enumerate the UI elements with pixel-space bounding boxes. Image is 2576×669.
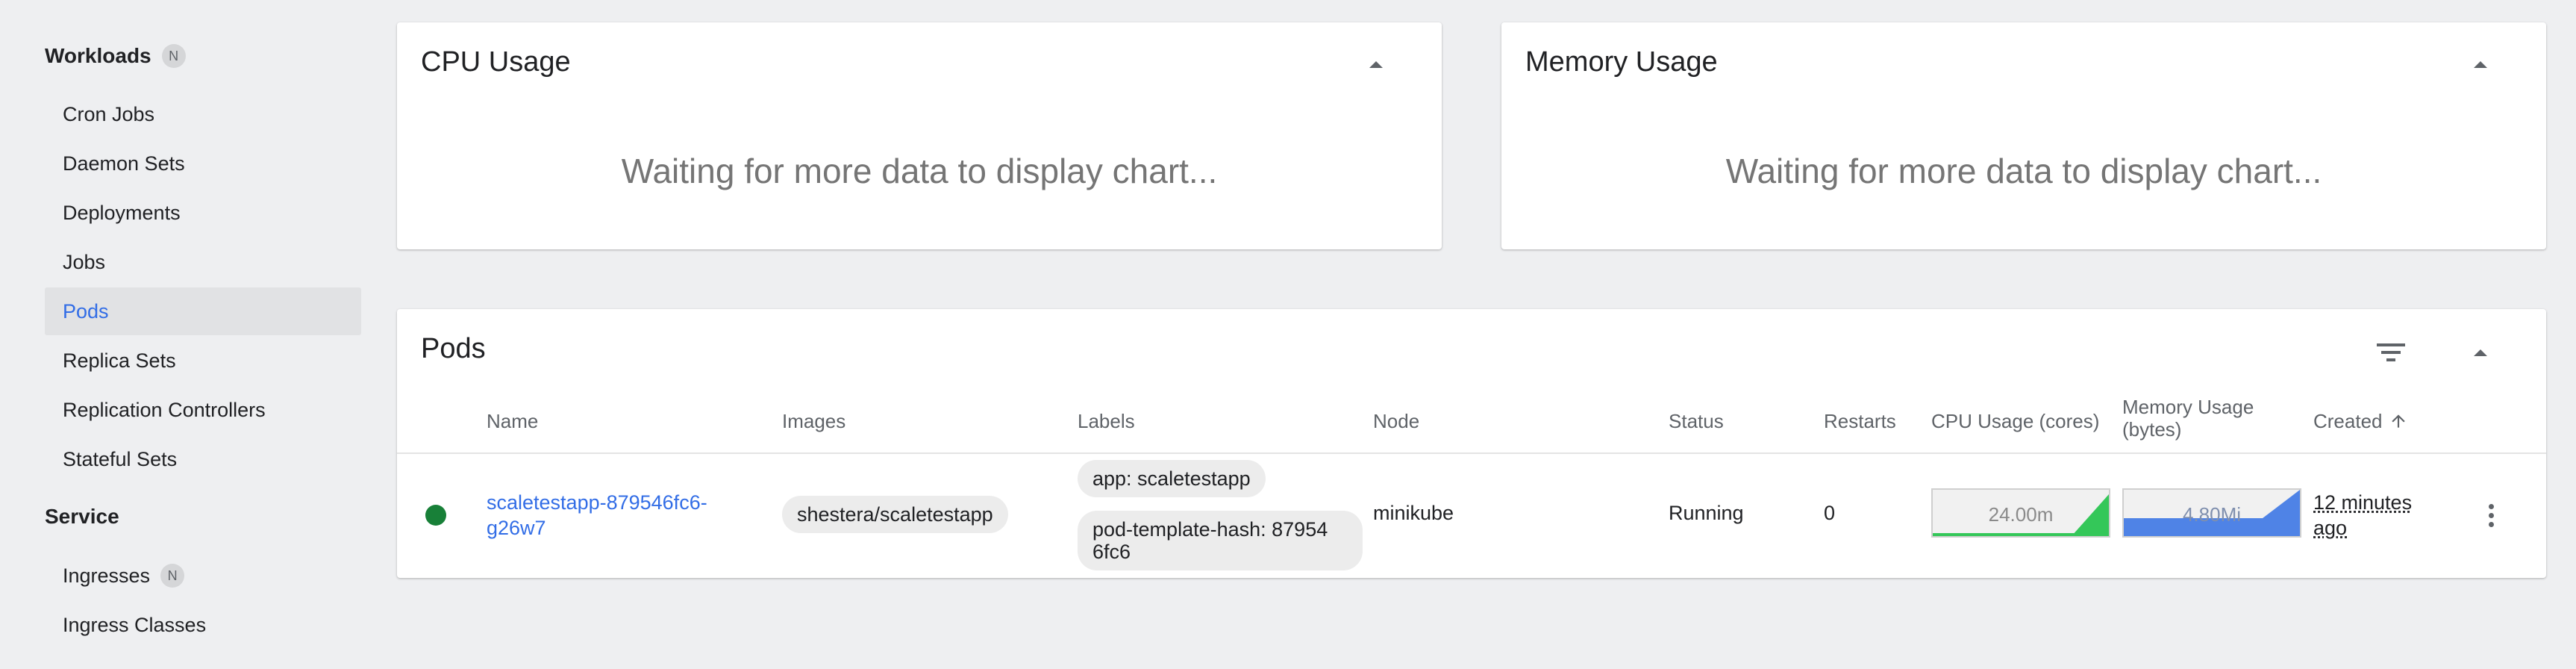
sidebar-item-deployments[interactable]: Deployments	[45, 189, 361, 237]
node-value[interactable]: minikube	[1373, 502, 1454, 525]
sidebar-item-label: Stateful Sets	[63, 447, 178, 470]
column-header-created[interactable]: Created	[2313, 410, 2408, 432]
label-chip-line1: pod-template-hash: 87954	[1092, 518, 1328, 541]
cpu-sparkline: 24.00m	[1931, 488, 2110, 538]
kebab-dot	[2488, 503, 2494, 509]
filter-icon-line	[2386, 358, 2395, 361]
restarts-value: 0	[1824, 502, 1836, 524]
sidebar-item-cron-jobs[interactable]: Cron Jobs	[45, 90, 361, 138]
column-header-memory-usage: Memory Usage (bytes)	[2122, 396, 2254, 441]
created-line1: 12 minutes	[2313, 491, 2413, 514]
sidebar-item-label: Daemon Sets	[63, 152, 185, 175]
sidebar-item-label: Replica Sets	[63, 349, 176, 372]
cpu-usage-value: 24.00m	[1988, 503, 2054, 526]
label-chip-line2: 6fc6	[1092, 541, 1131, 563]
sidebar-item-label: Jobs	[63, 250, 106, 273]
chart-placeholder-message: Waiting for more data to display chart..…	[621, 152, 1218, 190]
sidebar-item-label: Ingress Classes	[63, 613, 207, 636]
sidebar-item-label: Replication Controllers	[63, 398, 266, 421]
sidebar-item-replication-controllers[interactable]: Replication Controllers	[45, 386, 361, 434]
sidebar-item-label: Pods	[63, 299, 109, 323]
card-title: Pods	[421, 333, 486, 364]
image-chip: shestera/scaletestapp	[782, 496, 1008, 533]
sidebar-item-label: Cron Jobs	[63, 102, 155, 125]
sidebar-item-label: Ingresses	[63, 564, 151, 587]
memory-usage-card: Memory Usage Waiting for more data to di…	[1501, 22, 2546, 249]
filter-button[interactable]	[2370, 332, 2412, 373]
sidebar: Workloads N Cron Jobs Daemon Sets Deploy…	[0, 0, 373, 669]
created-timestamp[interactable]: 12 minutes ago	[2313, 490, 2412, 541]
column-header-memory-line1: Memory Usage	[2122, 396, 2254, 418]
nav-section-workloads: Workloads N	[45, 41, 186, 71]
card-title: CPU Usage	[421, 46, 571, 78]
namespaced-badge: N	[161, 44, 186, 68]
column-header-memory-line2: (bytes)	[2122, 418, 2182, 441]
column-header-cpu-usage: CPU Usage (cores)	[1931, 410, 2100, 432]
caret-up-icon	[1369, 60, 1383, 68]
sidebar-item-replica-sets[interactable]: Replica Sets	[45, 337, 361, 385]
collapse-button[interactable]	[1355, 43, 1397, 85]
column-header-created-label: Created	[2313, 410, 2383, 432]
column-header-restarts: Restarts	[1824, 410, 1896, 432]
filter-icon-line	[2381, 351, 2401, 354]
nav-section-service: Service	[45, 502, 119, 532]
arrow-up-icon	[2391, 414, 2405, 428]
sidebar-item-label: Deployments	[63, 201, 181, 224]
column-header-node: Node	[1373, 410, 1420, 432]
sidebar-item-ingresses[interactable]: Ingresses N	[45, 552, 361, 600]
card-title: Memory Usage	[1525, 46, 1718, 78]
kebab-dot	[2488, 512, 2494, 518]
chart-placeholder-message: Waiting for more data to display chart..…	[1725, 152, 2322, 190]
memory-sparkline: 4.80Mi	[2122, 488, 2301, 538]
created-line2: ago	[2313, 517, 2348, 539]
pod-name-link[interactable]: scaletestapp-879546fc6- g26w7	[487, 490, 707, 541]
pods-card: Pods Name Images Labels Node Status Rest…	[397, 309, 2546, 578]
caret-up-icon	[2474, 349, 2487, 356]
filter-icon	[2377, 343, 2405, 346]
column-header-labels: Labels	[1078, 410, 1135, 432]
caret-up-icon	[2474, 60, 2487, 68]
more-actions-icon[interactable]	[2473, 493, 2509, 538]
label-chip: app: scaletestapp	[1078, 460, 1266, 497]
sidebar-item-jobs[interactable]: Jobs	[45, 238, 361, 286]
label-chip: pod-template-hash: 87954 6fc6	[1078, 511, 1363, 570]
kebab-dot	[2488, 521, 2494, 527]
collapse-button[interactable]	[2460, 332, 2501, 373]
namespaced-badge: N	[160, 564, 185, 588]
cpu-usage-card: CPU Usage Waiting for more data to displ…	[397, 22, 1442, 249]
service-heading: Service	[45, 505, 119, 528]
pod-name-line1: scaletestapp-879546fc6-	[487, 491, 707, 514]
collapse-button[interactable]	[2460, 43, 2501, 85]
sidebar-item-stateful-sets[interactable]: Stateful Sets	[45, 435, 361, 483]
workloads-heading: Workloads	[45, 44, 151, 67]
column-header-status: Status	[1669, 410, 1724, 432]
column-header-images: Images	[782, 410, 846, 432]
table-header-divider	[397, 452, 2546, 454]
memory-usage-value: 4.80Mi	[2182, 503, 2242, 526]
sidebar-item-daemon-sets[interactable]: Daemon Sets	[45, 140, 361, 187]
status-value: Running	[1669, 502, 1744, 524]
running-status-icon	[425, 505, 446, 526]
column-header-name[interactable]: Name	[487, 410, 538, 432]
sidebar-item-pods[interactable]: Pods	[45, 287, 361, 335]
sidebar-item-ingress-classes[interactable]: Ingress Classes	[45, 601, 361, 649]
pod-name-line2: g26w7	[487, 517, 546, 539]
